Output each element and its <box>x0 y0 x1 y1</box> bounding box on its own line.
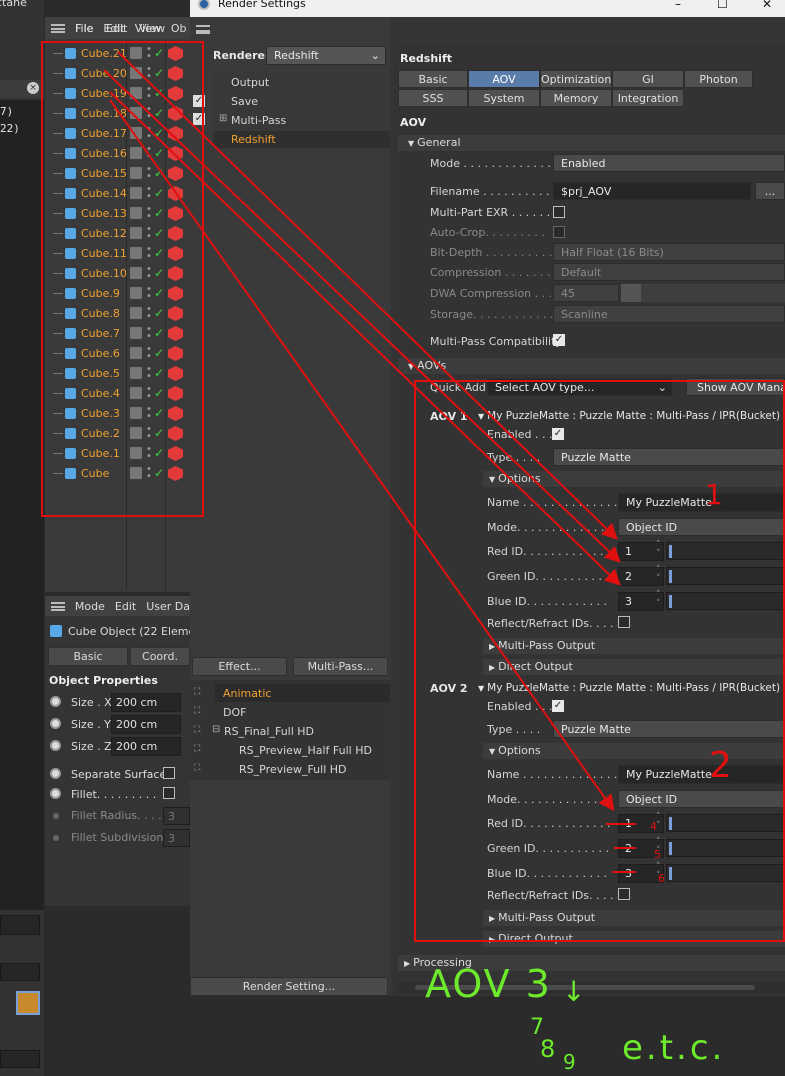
arrow-cube19 <box>109 91 621 586</box>
arrow-cube20 <box>103 69 621 563</box>
annotation-6: 6 <box>658 872 665 885</box>
annotation-etc: e.t.c. <box>622 1028 726 1068</box>
annotation-4: 4 <box>650 820 657 833</box>
annotation-aov3: AOV 3 <box>425 962 552 1006</box>
annotation-5: 5 <box>654 848 661 861</box>
annotation-9: 9 <box>563 1050 576 1074</box>
annotation-arrows <box>103 51 636 873</box>
arrow-cube18 <box>109 99 615 812</box>
annotation-arrow-down-icon: ↓ <box>562 975 586 1008</box>
annotation-1: 1 <box>705 478 723 511</box>
annotation-2: 2 <box>709 745 732 786</box>
arrow-cube21 <box>117 51 618 540</box>
annotation-8: 8 <box>540 1035 556 1063</box>
